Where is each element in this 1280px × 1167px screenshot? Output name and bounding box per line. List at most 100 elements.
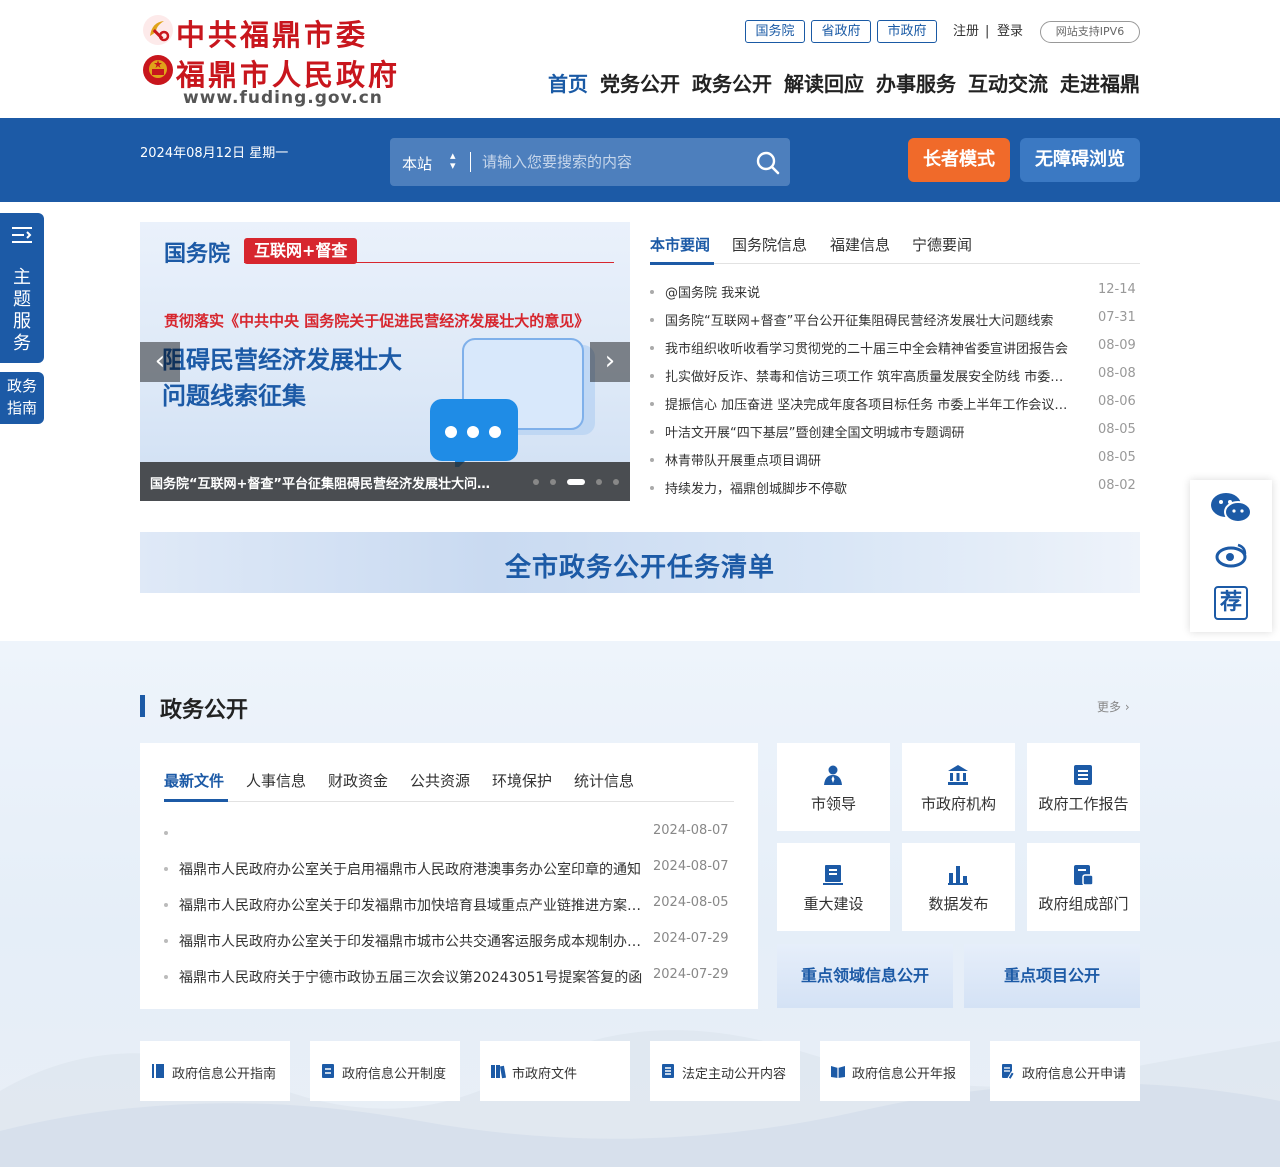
bottom-tile-label: 政府信息公开制度 bbox=[342, 1067, 447, 1082]
tile-gov-institutions[interactable]: 市政府机构 bbox=[902, 743, 1015, 831]
weibo-eye-icon[interactable] bbox=[1214, 542, 1248, 570]
tile-gov-departments[interactable]: 政府组成部门 bbox=[1027, 843, 1140, 931]
task-list-banner[interactable]: 全市政务公开任务清单 bbox=[140, 532, 1140, 593]
more-link[interactable]: 更多 › bbox=[1097, 698, 1130, 715]
slider-caption[interactable]: 国务院“互联网+督查”平台征集阻碍民营经济发展壮大问题线索 bbox=[150, 473, 502, 492]
search-scope-select[interactable]: 本站 bbox=[402, 153, 432, 174]
slider-tag: 互联网+督查 bbox=[244, 238, 358, 264]
link-provincial-government[interactable]: 省政府 bbox=[811, 20, 871, 43]
bullet bbox=[164, 831, 168, 835]
tile-city-leaders[interactable]: 市领导 bbox=[777, 743, 890, 831]
list-item[interactable]: @国务院 我来说 12-14 bbox=[650, 278, 1140, 306]
nav-services[interactable]: 办事服务 bbox=[876, 70, 956, 98]
tab-statistics[interactable]: 统计信息 bbox=[574, 770, 634, 791]
tab-ningde-news[interactable]: 宁德要闻 bbox=[912, 234, 972, 255]
nav-party-affairs[interactable]: 党务公开 bbox=[600, 70, 680, 98]
doc-title[interactable]: 福鼎市人民政府关于宁德市政协五届三次会议第20243051号提案答复的函 bbox=[179, 967, 653, 987]
tab-finance[interactable]: 财政资金 bbox=[328, 770, 388, 791]
bullet bbox=[650, 374, 654, 378]
wechat-icon[interactable] bbox=[1210, 490, 1252, 526]
bottom-tile-label: 政府信息公开申请 bbox=[1022, 1067, 1127, 1082]
slider-dot-1[interactable] bbox=[533, 479, 539, 485]
menu-icon bbox=[12, 227, 32, 243]
news-tab-divider bbox=[650, 263, 1140, 264]
key-project-info-button[interactable]: 重点项目公开 bbox=[964, 944, 1140, 1008]
table-row[interactable]: 福鼎市人民政府办公室关于印发福鼎市城市公共交通客运服务成本规制办法的通知 2024… bbox=[164, 928, 732, 952]
tab-city-news[interactable]: 本市要闻 bbox=[650, 234, 710, 255]
nav-about-fuding[interactable]: 走进福鼎 bbox=[1060, 70, 1140, 98]
slider-brand: 国务院 bbox=[164, 242, 231, 267]
link-state-council[interactable]: 国务院 bbox=[745, 20, 805, 43]
key-area-info-button[interactable]: 重点领域信息公开 bbox=[777, 944, 953, 1008]
file-list-icon bbox=[322, 1064, 334, 1078]
bottom-tile-statutory-content[interactable]: 法定主动公开内容 bbox=[650, 1041, 800, 1101]
topic-service-float[interactable]: 主题服务 bbox=[0, 213, 44, 363]
tile-label: 市政府机构 bbox=[920, 795, 996, 813]
search-band: 2024年08月12日 星期一 本站 ▴▾ 长者模式 无障碍浏览 bbox=[0, 118, 1280, 202]
news-title[interactable]: 扎实做好反诈、禁毒和信访三项工作 筑牢高质量发展安全防线 市委召开会议 bbox=[665, 366, 1073, 385]
current-date: 2024年08月12日 星期一 bbox=[140, 146, 289, 161]
news-title[interactable]: 持续发力，福鼎创城脚步不停歇 bbox=[665, 478, 1073, 497]
tab-state-council-info[interactable]: 国务院信息 bbox=[732, 234, 807, 255]
tile-major-projects[interactable]: 重大建设 bbox=[777, 843, 890, 931]
list-item[interactable]: 持续发力，福鼎创城脚步不停歇 08-02 bbox=[650, 474, 1140, 502]
register-link[interactable]: 注册 bbox=[953, 23, 979, 41]
news-title[interactable]: 叶洁文开展“四下基层”暨创建全国文明城市专题调研 bbox=[665, 422, 1073, 441]
list-item[interactable]: 我市组织收听收看学习贯彻党的二十届三中全会精神省委宣讲团报告会 08-09 bbox=[650, 334, 1140, 362]
tile-label: 政府组成部门 bbox=[1038, 895, 1129, 913]
doc-title[interactable]: 福鼎市人民政府办公室关于印发福鼎市加快培育县域重点产业链推进方案的通知 bbox=[179, 895, 653, 915]
slider-dot-4[interactable] bbox=[596, 479, 602, 485]
login-link[interactable]: 登录 bbox=[997, 23, 1023, 41]
slider-dot-3[interactable] bbox=[567, 479, 585, 485]
list-item[interactable]: 林青带队开展重点项目调研 08-05 bbox=[650, 446, 1140, 474]
nav-government-affairs[interactable]: 政务公开 bbox=[692, 70, 772, 98]
nav-home[interactable]: 首页 bbox=[548, 70, 588, 98]
search-divider bbox=[470, 152, 471, 172]
bottom-tile-gov-files[interactable]: 市政府文件 bbox=[480, 1041, 630, 1101]
tab-public-resources[interactable]: 公共资源 bbox=[410, 770, 470, 791]
link-city-government[interactable]: 市政府 bbox=[877, 20, 937, 43]
list-item[interactable]: 国务院“互联网+督查”平台公开征集阻碍民营经济发展壮大问题线索 07-31 bbox=[650, 306, 1140, 334]
search-icon[interactable] bbox=[754, 149, 782, 175]
document-icon bbox=[823, 865, 843, 885]
elder-mode-button[interactable]: 长者模式 bbox=[908, 138, 1010, 182]
nav-interaction[interactable]: 互动交流 bbox=[968, 70, 1048, 98]
tile-label: 政府工作报告 bbox=[1038, 795, 1129, 813]
accessible-browse-button[interactable]: 无障碍浏览 bbox=[1020, 138, 1140, 182]
bottom-tile-annual-report[interactable]: 政府信息公开年报 bbox=[820, 1041, 970, 1101]
news-title[interactable]: 提振信心 加压奋进 坚决完成年度各项目标任务 市委上半年工作会议召开 bbox=[665, 394, 1073, 413]
news-title[interactable]: 国务院“互联网+督查”平台公开征集阻碍民营经济发展壮大问题线索 bbox=[665, 310, 1073, 329]
table-row[interactable]: 福鼎市人民政府办公室关于印发福鼎市加快培育县域重点产业链推进方案的通知 2024-… bbox=[164, 892, 732, 916]
news-title[interactable]: 林青带队开展重点项目调研 bbox=[665, 450, 1073, 469]
tab-environment[interactable]: 环境保护 bbox=[492, 770, 552, 791]
slider-dot-2[interactable] bbox=[550, 479, 556, 485]
tile-data-release[interactable]: 数据发布 bbox=[902, 843, 1015, 931]
slider-next-button[interactable]: › bbox=[590, 342, 630, 382]
gov-guide-float[interactable]: 政务 指南 bbox=[0, 372, 44, 424]
tab-fujian-info[interactable]: 福建信息 bbox=[830, 234, 890, 255]
nav-interpretation[interactable]: 解读回应 bbox=[784, 70, 864, 98]
sort-arrows-icon[interactable]: ▴ ▾ bbox=[450, 150, 456, 171]
bottom-tile-system[interactable]: 政府信息公开制度 bbox=[310, 1041, 460, 1101]
list-item[interactable]: 提振信心 加压奋进 坚决完成年度各项目标任务 市委上半年工作会议召开 08-06 bbox=[650, 390, 1140, 418]
tab-personnel-info[interactable]: 人事信息 bbox=[246, 770, 306, 791]
bottom-tile-guide[interactable]: 政府信息公开指南 bbox=[140, 1041, 290, 1101]
bottom-tile-application[interactable]: 政府信息公开申请 bbox=[990, 1041, 1140, 1101]
table-row[interactable]: 福鼎市人民政府关于宁德市政协五届三次会议第20243051号提案答复的函 2024… bbox=[164, 964, 732, 988]
list-item[interactable]: 叶洁文开展“四下基层”暨创建全国文明城市专题调研 08-05 bbox=[650, 418, 1140, 446]
department-icon bbox=[1074, 865, 1094, 886]
list-item[interactable]: 扎实做好反诈、禁毒和信访三项工作 筑牢高质量发展安全防线 市委召开会议 08-08 bbox=[650, 362, 1140, 390]
news-title[interactable]: 我市组织收听收看学习贯彻党的二十届三中全会精神省委宣讲团报告会 bbox=[665, 338, 1073, 357]
slider-dot-5[interactable] bbox=[613, 479, 619, 485]
search-input[interactable] bbox=[482, 148, 742, 176]
news-title[interactable]: @国务院 我来说 bbox=[665, 282, 1073, 301]
slider-prev-button[interactable]: ‹ bbox=[140, 342, 180, 382]
tab-latest-documents[interactable]: 最新文件 bbox=[164, 770, 224, 791]
table-row[interactable]: 福鼎市人民政府办公室关于启用福鼎市人民政府港澳事务办公室印章的通知 2024-08… bbox=[164, 856, 732, 880]
doc-title[interactable]: 福鼎市人民政府办公室关于启用福鼎市人民政府港澳事务办公室印章的通知 bbox=[179, 859, 653, 879]
doc-title[interactable]: 福鼎市人民政府办公室关于印发福鼎市城市公共交通客运服务成本规制办法的通知 bbox=[179, 931, 653, 951]
bottom-tile-label: 市政府文件 bbox=[512, 1067, 578, 1082]
tile-work-report[interactable]: 政府工作报告 bbox=[1027, 743, 1140, 831]
recommend-icon[interactable]: 荐 bbox=[1214, 586, 1248, 620]
table-row[interactable]: 2024-08-07 bbox=[164, 820, 732, 844]
